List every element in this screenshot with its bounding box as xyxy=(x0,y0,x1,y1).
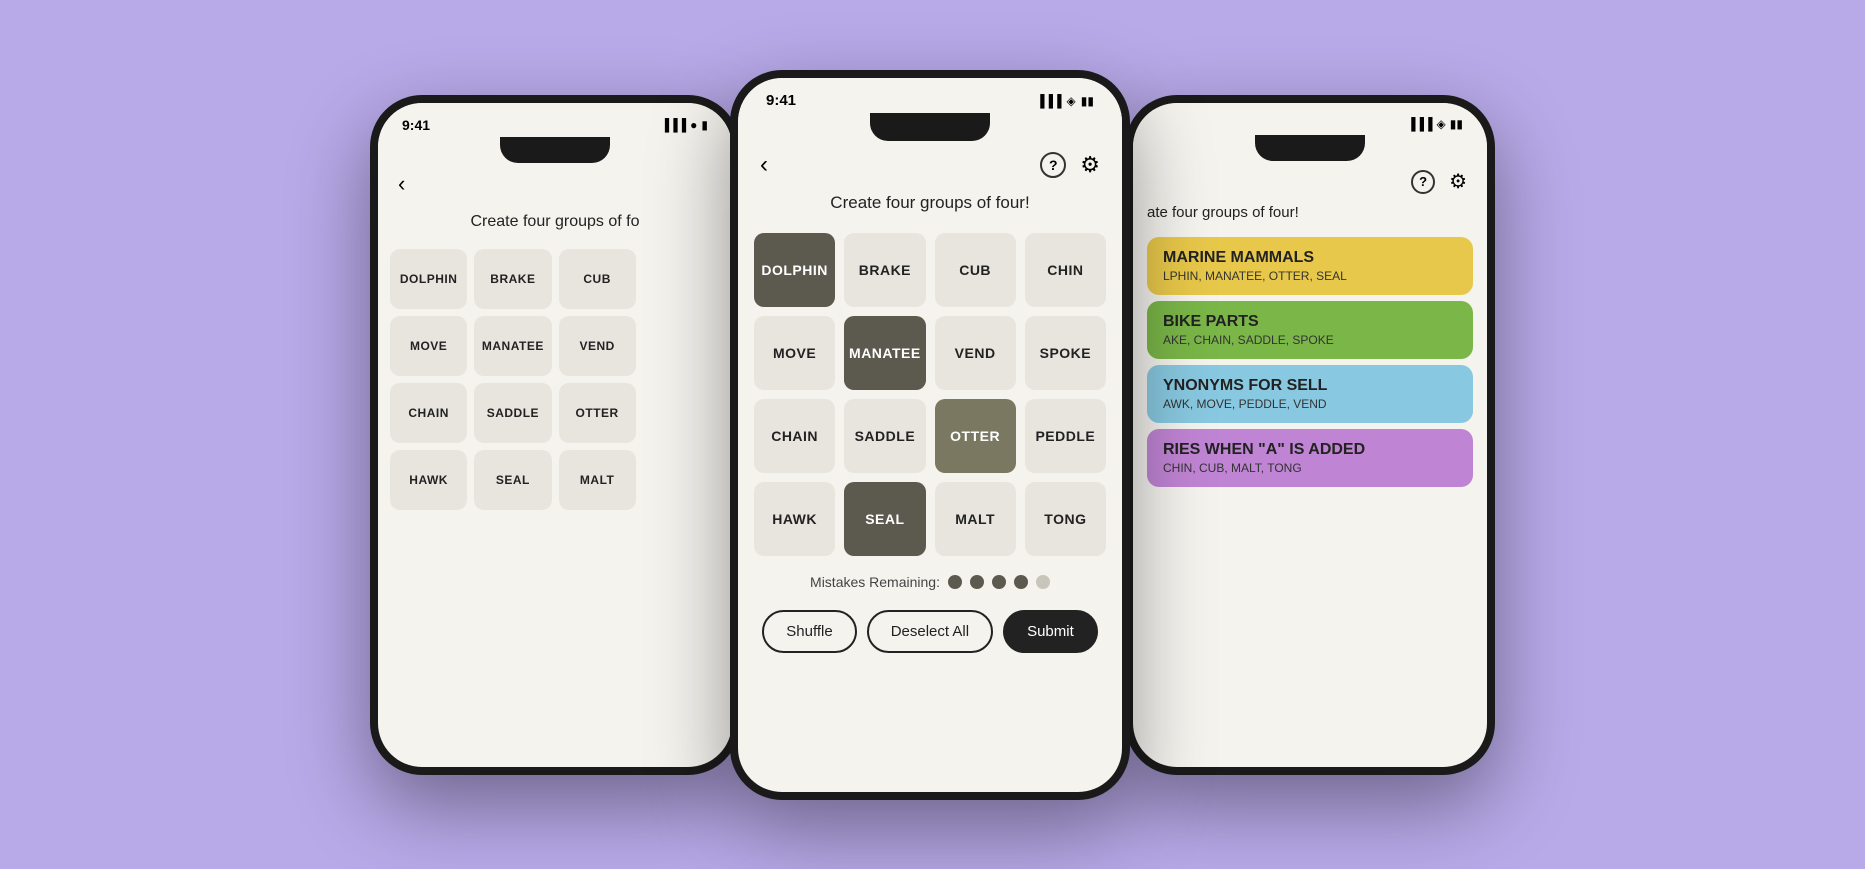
submit-button[interactable]: Submit xyxy=(1003,610,1098,653)
settings-icon[interactable]: ⚙ xyxy=(1080,152,1100,178)
back-icon[interactable]: ‹ xyxy=(398,171,405,197)
center-wifi-icon: ◈ xyxy=(1067,94,1076,108)
result-marine-mammals: MARINE MAMMALS LPHIN, MANATEE, OTTER, SE… xyxy=(1147,237,1473,295)
right-phone: ▐▐▐ ◈ ▮▮ ? ⚙ ate four groups of four! MA… xyxy=(1125,95,1495,775)
result-bike-parts: BIKE PARTS AKE, CHAIN, SADDLE, SPOKE xyxy=(1147,301,1473,359)
tile-chain[interactable]: CHAIN xyxy=(390,383,467,443)
bike-parts-words: AKE, CHAIN, SADDLE, SPOKE xyxy=(1163,333,1457,347)
tile-cub[interactable]: CUB xyxy=(559,249,636,309)
center-tile-chain[interactable]: CHAIN xyxy=(754,399,835,473)
center-signal-icon: ▐▐▐ xyxy=(1036,94,1062,108)
center-word-grid: DOLPHIN BRAKE CUB CHIN MOVE MANATEE VEND… xyxy=(738,227,1122,562)
center-tile-seal[interactable]: SEAL xyxy=(844,482,925,556)
center-tile-brake[interactable]: BRAKE xyxy=(844,233,925,307)
center-tile-otter[interactable]: OTTER xyxy=(935,399,1016,473)
mistakes-remaining: Mistakes Remaining: xyxy=(738,562,1122,602)
tile-hawk[interactable]: HAWK xyxy=(390,450,467,510)
synonyms-sell-words: AWK, MOVE, PEDDLE, VEND xyxy=(1163,397,1457,411)
cries-a-words: CHIN, CUB, MALT, TONG xyxy=(1163,461,1457,475)
battery-icon: ▮ xyxy=(701,118,708,132)
deselect-button[interactable]: Deselect All xyxy=(867,610,993,653)
cries-a-title: RIES WHEN "A" IS ADDED xyxy=(1163,441,1457,459)
action-buttons: Shuffle Deselect All Submit xyxy=(738,602,1122,669)
tile-dolphin[interactable]: DOLPHIN xyxy=(390,249,467,309)
center-nav: ‹ ? ⚙ xyxy=(738,141,1122,189)
center-tile-manatee[interactable]: MANATEE xyxy=(844,316,925,390)
center-battery-icon: ▮▮ xyxy=(1081,94,1094,108)
right-nav: ? ⚙ xyxy=(1133,161,1487,202)
center-notch xyxy=(870,113,990,141)
wifi-icon: ● xyxy=(690,118,697,132)
right-signal-icon: ▐▐▐ xyxy=(1407,117,1433,131)
marine-mammals-words: LPHIN, MANATEE, OTTER, SEAL xyxy=(1163,269,1457,283)
left-notch xyxy=(500,137,610,163)
mistakes-label: Mistakes Remaining: xyxy=(810,574,940,590)
result-synonyms-sell: YNONYMS FOR SELL AWK, MOVE, PEDDLE, VEND xyxy=(1147,365,1473,423)
left-phone-time: 9:41 xyxy=(402,117,430,133)
tile-otter[interactable]: OTTER xyxy=(559,383,636,443)
right-help-icon[interactable]: ? xyxy=(1411,170,1435,194)
dot-5 xyxy=(1036,575,1050,589)
center-phone-time: 9:41 xyxy=(766,92,796,109)
dot-4 xyxy=(1014,575,1028,589)
tile-vend[interactable]: VEND xyxy=(559,316,636,376)
bike-parts-title: BIKE PARTS xyxy=(1163,313,1457,331)
tile-manatee[interactable]: MANATEE xyxy=(474,316,551,376)
dot-2 xyxy=(970,575,984,589)
tile-empty1 xyxy=(643,249,720,309)
center-tile-saddle[interactable]: SADDLE xyxy=(844,399,925,473)
center-back-icon[interactable]: ‹ xyxy=(760,151,768,179)
center-tile-malt[interactable]: MALT xyxy=(935,482,1016,556)
tile-empty3 xyxy=(643,383,720,443)
shuffle-button[interactable]: Shuffle xyxy=(762,610,856,653)
dot-3 xyxy=(992,575,1006,589)
marine-mammals-title: MARINE MAMMALS xyxy=(1163,249,1457,267)
right-notch xyxy=(1255,135,1365,161)
tile-saddle[interactable]: SADDLE xyxy=(474,383,551,443)
tile-brake[interactable]: BRAKE xyxy=(474,249,551,309)
right-wifi-icon: ◈ xyxy=(1437,117,1446,131)
center-tile-move[interactable]: MOVE xyxy=(754,316,835,390)
left-phone: 9:41 ▐▐▐ ● ▮ ‹ Create four groups of fo … xyxy=(370,95,740,775)
tile-move[interactable]: MOVE xyxy=(390,316,467,376)
left-game-title: Create four groups of fo xyxy=(378,205,732,243)
center-tile-chin[interactable]: CHIN xyxy=(1025,233,1106,307)
tile-empty4 xyxy=(643,450,720,510)
right-settings-icon[interactable]: ⚙ xyxy=(1449,169,1467,194)
tile-seal[interactable]: SEAL xyxy=(474,450,551,510)
right-battery-icon: ▮▮ xyxy=(1450,117,1463,131)
center-tile-hawk[interactable]: HAWK xyxy=(754,482,835,556)
center-tile-spoke[interactable]: SPOKE xyxy=(1025,316,1106,390)
result-cries-a: RIES WHEN "A" IS ADDED CHIN, CUB, MALT, … xyxy=(1147,429,1473,487)
synonyms-sell-title: YNONYMS FOR SELL xyxy=(1163,377,1457,395)
help-icon[interactable]: ? xyxy=(1040,152,1066,178)
left-word-grid: DOLPHIN BRAKE CUB MOVE MANATEE VEND CHAI… xyxy=(378,243,732,516)
signal-icon: ▐▐▐ xyxy=(661,118,687,132)
tile-malt[interactable]: MALT xyxy=(559,450,636,510)
center-game-title: Create four groups of four! xyxy=(738,189,1122,227)
left-nav: ‹ xyxy=(378,163,732,205)
center-tile-dolphin[interactable]: DOLPHIN xyxy=(754,233,835,307)
dot-1 xyxy=(948,575,962,589)
center-tile-vend[interactable]: VEND xyxy=(935,316,1016,390)
right-game-title: ate four groups of four! xyxy=(1133,202,1487,231)
center-tile-cub[interactable]: CUB xyxy=(935,233,1016,307)
tile-empty2 xyxy=(643,316,720,376)
results-container: MARINE MAMMALS LPHIN, MANATEE, OTTER, SE… xyxy=(1133,237,1487,487)
center-tile-peddle[interactable]: PEDDLE xyxy=(1025,399,1106,473)
center-phone: 9:41 ▐▐▐ ◈ ▮▮ ‹ ? ⚙ Create four groups o… xyxy=(730,70,1130,800)
center-tile-tong[interactable]: TONG xyxy=(1025,482,1106,556)
